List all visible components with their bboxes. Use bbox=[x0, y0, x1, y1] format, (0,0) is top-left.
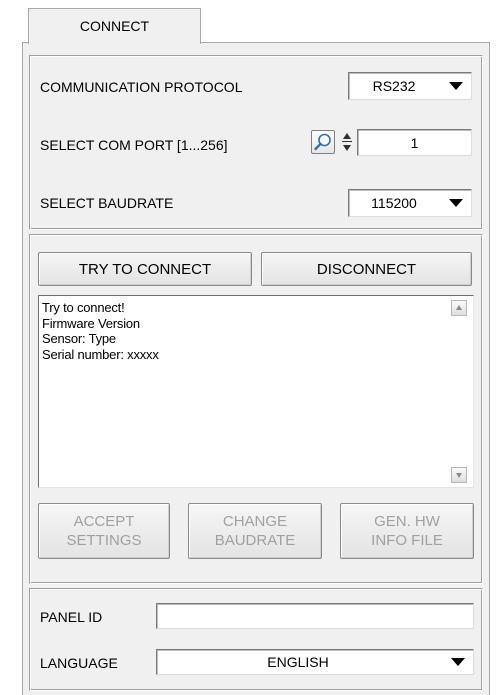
connect-actions-group: TRY TO CONNECT DISCONNECT Try to connect… bbox=[29, 234, 483, 584]
gen-hw-info-button[interactable]: GEN. HW INFO FILE bbox=[340, 503, 474, 559]
try-to-connect-label: TRY TO CONNECT bbox=[78, 260, 212, 278]
log-scrollbar[interactable] bbox=[451, 300, 467, 483]
comport-label: SELECT COM PORT [1...256] bbox=[40, 137, 228, 153]
gen-hw-info-label: GEN. HW INFO FILE bbox=[371, 513, 443, 549]
change-baudrate-button[interactable]: CHANGE BAUDRATE bbox=[188, 503, 322, 559]
panel-id-input[interactable] bbox=[156, 603, 474, 629]
language-label: LANGUAGE bbox=[40, 655, 118, 671]
panel-id-label: PANEL ID bbox=[40, 609, 103, 625]
comport-input[interactable]: 1 bbox=[357, 129, 472, 156]
log-line: Sensor: Type bbox=[42, 331, 116, 346]
baudrate-label: SELECT BAUDRATE bbox=[40, 195, 174, 211]
accept-settings-button[interactable]: ACCEPT SETTINGS bbox=[38, 503, 170, 559]
log-text: Try to connect! Firmware Version Sensor:… bbox=[42, 300, 159, 362]
search-comport-button[interactable] bbox=[311, 130, 335, 154]
scroll-down-icon bbox=[456, 473, 462, 478]
spin-up-icon[interactable] bbox=[343, 133, 351, 139]
language-value: ENGLISH bbox=[267, 654, 329, 670]
baudrate-select[interactable]: 115200 bbox=[348, 189, 472, 217]
baudrate-value: 115200 bbox=[371, 195, 417, 211]
log-line: Try to connect! bbox=[42, 300, 125, 315]
magnifier-icon bbox=[314, 133, 331, 151]
protocol-value: RS232 bbox=[372, 78, 416, 94]
chevron-down-icon bbox=[451, 658, 465, 666]
language-select[interactable]: ENGLISH bbox=[156, 649, 474, 675]
connection-settings-group: COMMUNICATION PROTOCOL RS232 SELECT COM … bbox=[29, 55, 483, 230]
chevron-down-icon bbox=[449, 199, 463, 207]
protocol-select[interactable]: RS232 bbox=[348, 72, 472, 100]
scroll-down-button[interactable] bbox=[451, 467, 467, 483]
panel-settings-group: PANEL ID LANGUAGE ENGLISH bbox=[29, 588, 483, 691]
log-line: Firmware Version bbox=[42, 315, 140, 331]
comport-value: 1 bbox=[410, 134, 419, 151]
scroll-up-icon bbox=[456, 305, 462, 310]
tab-label: CONNECT bbox=[79, 18, 150, 34]
change-baudrate-label: CHANGE BAUDRATE bbox=[214, 513, 296, 549]
disconnect-label: DISCONNECT bbox=[316, 260, 417, 278]
spin-down-icon[interactable] bbox=[343, 145, 351, 151]
tab-connect[interactable]: CONNECT bbox=[28, 8, 201, 44]
comport-spinner[interactable] bbox=[342, 128, 352, 156]
protocol-label: COMMUNICATION PROTOCOL bbox=[40, 79, 243, 95]
scroll-up-button[interactable] bbox=[451, 300, 467, 316]
connection-log[interactable]: Try to connect! Firmware Version Sensor:… bbox=[38, 295, 474, 488]
try-to-connect-button[interactable]: TRY TO CONNECT bbox=[38, 252, 252, 286]
tab-panel-connect: COMMUNICATION PROTOCOL RS232 SELECT COM … bbox=[22, 42, 490, 695]
log-line: Serial number: xxxxx bbox=[42, 346, 159, 362]
chevron-down-icon bbox=[449, 82, 463, 90]
accept-settings-label: ACCEPT SETTINGS bbox=[66, 513, 142, 549]
disconnect-button[interactable]: DISCONNECT bbox=[261, 252, 472, 286]
